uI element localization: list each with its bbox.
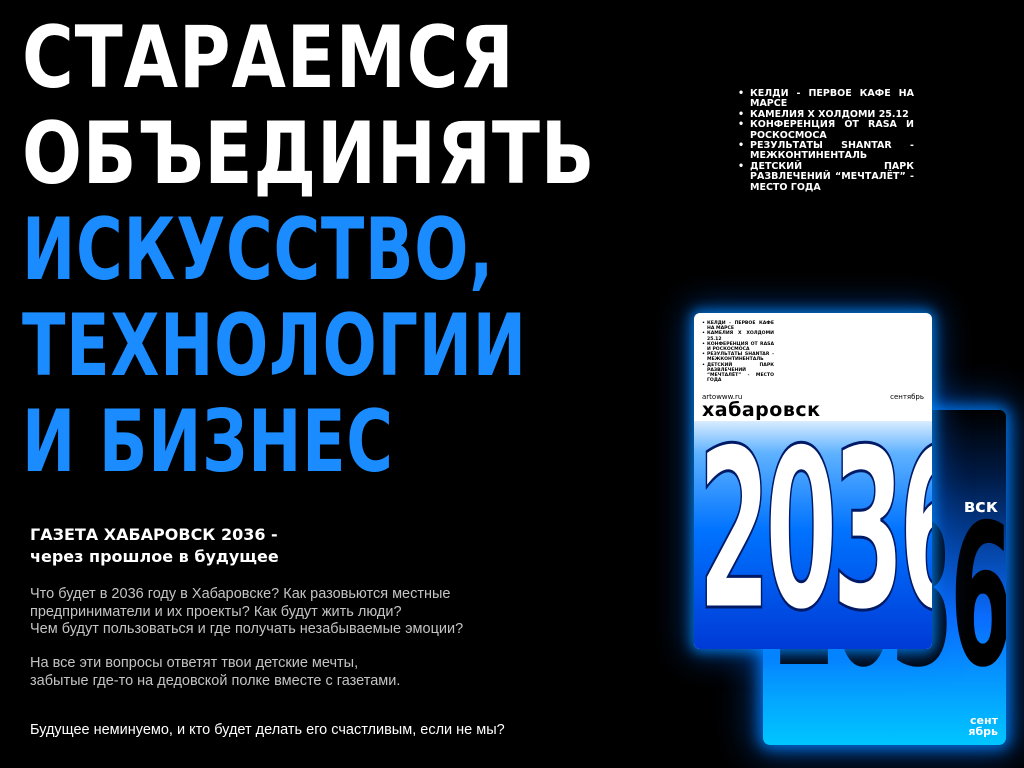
subtitle-line-2: через прошлое в будущее xyxy=(30,547,279,566)
news-list: Келди - первое кафе на Марсе Камелия х Х… xyxy=(738,88,914,193)
cover-back-month: сент ябрь xyxy=(968,715,998,737)
newspaper-subtitle: ГАЗЕТА ХАБАРОВСК 2036 - через прошлое в … xyxy=(30,524,279,568)
month-line-2: ябрь xyxy=(968,725,998,738)
dreams-paragraph: На все эти вопросы ответят твои детские … xyxy=(30,655,400,690)
cover-news-item: Результаты Shantar - Межконтиненталь xyxy=(702,352,774,362)
cover-front-year: 2036 xyxy=(697,402,932,649)
headline-line-5: и бизнес xyxy=(22,392,394,492)
headline-line-3: искусство, xyxy=(22,200,495,300)
text-line: предприниматели и их проекты? Как будут … xyxy=(30,603,402,620)
headline-line-2: объединять xyxy=(22,104,596,204)
intro-paragraph: Что будет в 2036 году в Хабаровске? Как … xyxy=(30,586,463,639)
headline: Стараемся объединять искусство, технолог… xyxy=(22,10,662,490)
cover-news-item: Детский парк развлечений “Мечталёт” - ме… xyxy=(702,363,774,384)
news-item: Келди - первое кафе на Марсе xyxy=(738,88,914,110)
news-item: Результаты Shantar - Межконтиненталь xyxy=(738,140,914,162)
headline-line-1: Стараемся xyxy=(22,8,515,108)
text-line: Что будет в 2036 году в Хабаровске? Как … xyxy=(30,586,451,602)
headline-line-4: технологии xyxy=(22,296,527,396)
subtitle-line-1: ГАЗЕТА ХАБАРОВСК 2036 - xyxy=(30,525,278,544)
cover-news-item: Келди - первое кафе на Марсе xyxy=(702,321,774,331)
cover-news-item: Камелия х Холдоми 25.12 xyxy=(702,331,774,341)
newspaper-cover-front: Келди - первое кафе на Марсе Камелия х Х… xyxy=(694,313,932,649)
cover-news-list: Келди - первое кафе на Марсе Камелия х Х… xyxy=(702,321,774,383)
text-line: Чем будут пользоваться и где получать не… xyxy=(30,621,464,637)
news-item: Конференция от RASA и Роскосмоса xyxy=(738,120,914,141)
text-line: На все эти вопросы ответят твои детские … xyxy=(30,655,359,671)
closing-paragraph: Будущее неминуемо, и кто будет делать ег… xyxy=(30,722,505,738)
text-line: забытые где-то на дедовской полке вместе… xyxy=(30,672,401,689)
news-item: Детский парк развлечений “Мечталёт” - ме… xyxy=(738,161,914,193)
cover-news-item: Конференция от RASA и Роскосмоса xyxy=(702,342,774,352)
